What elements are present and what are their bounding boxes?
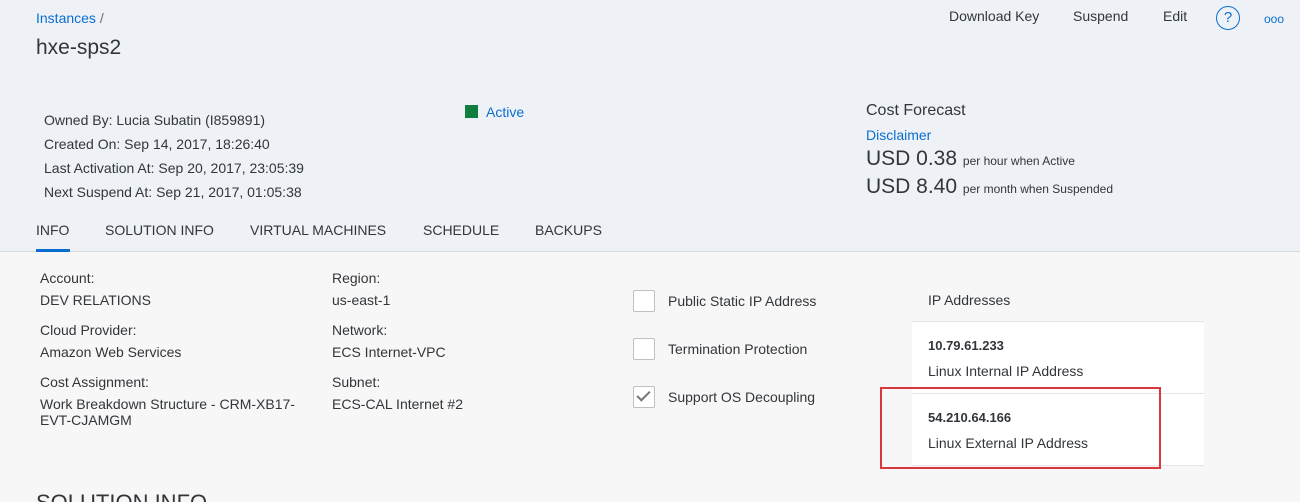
edit-button[interactable]: Edit bbox=[1163, 8, 1187, 24]
cost-forecast: Cost Forecast Disclaimer USD 0.38 per ho… bbox=[866, 102, 1113, 201]
hourly-amount: USD 0.38 bbox=[866, 147, 958, 170]
ip-addresses-title: IP Addresses bbox=[912, 278, 1204, 322]
tab-schedule[interactable]: SCHEDULE bbox=[423, 222, 499, 238]
status-label: Active bbox=[486, 104, 525, 120]
cost-forecast-title: Cost Forecast bbox=[866, 102, 966, 119]
termination-protection-label: Termination Protection bbox=[668, 341, 808, 357]
cloud-provider-field: Cloud Provider: Amazon Web Services bbox=[40, 322, 181, 360]
tab-solution-info[interactable]: SOLUTION INFO bbox=[105, 222, 214, 238]
account-link[interactable]: DEV RELATIONS bbox=[40, 292, 151, 308]
region-field: Region: us-east-1 bbox=[332, 270, 390, 308]
subnet-value: ECS-CAL Internet #2 bbox=[332, 396, 463, 412]
hourly-note: per hour when Active bbox=[962, 154, 1075, 168]
region-label: Region: bbox=[332, 270, 381, 286]
network-value: ECS Internet-VPC bbox=[332, 344, 446, 360]
tab-info[interactable]: INFO bbox=[36, 222, 69, 238]
disclaimer-link[interactable]: Disclaimer bbox=[866, 127, 1113, 143]
hourly-cost: USD 0.38 per hour when Active bbox=[866, 147, 1113, 173]
cost-assignment-field: Cost Assignment: Work Breakdown Structur… bbox=[40, 374, 295, 428]
suspend-button[interactable]: Suspend bbox=[1073, 8, 1128, 24]
termination-protection-checkbox[interactable] bbox=[633, 338, 655, 360]
breadcrumb: Instances / bbox=[36, 10, 104, 26]
subnet-field: Subnet: ECS-CAL Internet #2 bbox=[332, 374, 463, 412]
subnet-label: Subnet: bbox=[332, 374, 381, 390]
solution-info-heading: SOLUTION INFO bbox=[36, 490, 207, 502]
monthly-amount: USD 8.40 bbox=[866, 175, 958, 198]
cost-assignment-value-line2: EVT-CJAMGM bbox=[40, 412, 132, 428]
tab-backups[interactable]: BACKUPS bbox=[535, 222, 602, 238]
breadcrumb-instances-link[interactable]: Instances bbox=[36, 10, 96, 26]
page-title: hxe-sps2 bbox=[36, 36, 122, 59]
instance-meta: Owned By: Lucia Subatin (I859891) Create… bbox=[44, 108, 304, 204]
monthly-note: per month when Suspended bbox=[962, 182, 1113, 196]
cost-assignment-value-line1: Work Breakdown Structure - CRM-XB17- bbox=[40, 396, 295, 412]
next-suspend: Next Suspend At: Sep 21, 2017, 01:05:38 bbox=[44, 184, 302, 200]
support-os-decoupling-checkbox[interactable] bbox=[633, 386, 655, 408]
cloud-provider-value: Amazon Web Services bbox=[40, 344, 182, 360]
support-os-decoupling-label: Support OS Decoupling bbox=[668, 389, 816, 405]
highlight-box bbox=[880, 387, 1161, 469]
internal-ip-value: 10.79.61.233 bbox=[928, 338, 1004, 353]
internal-ip-description: Linux Internal IP Address bbox=[928, 363, 1084, 379]
public-static-ip-checkbox[interactable] bbox=[633, 290, 655, 312]
last-activation: Last Activation At: Sep 20, 2017, 23:05:… bbox=[44, 160, 304, 176]
more-options-icon[interactable]: ooo bbox=[1264, 12, 1284, 26]
help-icon[interactable]: ? bbox=[1216, 6, 1240, 30]
network-field: Network: ECS Internet-VPC bbox=[332, 322, 446, 360]
active-tab-indicator bbox=[36, 249, 70, 252]
region-value: us-east-1 bbox=[332, 292, 391, 308]
network-label: Network: bbox=[332, 322, 388, 338]
account-field: Account: DEV RELATIONS bbox=[40, 270, 151, 308]
monthly-cost: USD 8.40 per month when Suspended bbox=[866, 175, 1113, 201]
download-key-button[interactable]: Download Key bbox=[949, 8, 1039, 24]
status-indicator: Active bbox=[465, 104, 524, 120]
cloud-provider-label: Cloud Provider: bbox=[40, 322, 137, 338]
breadcrumb-separator: / bbox=[99, 10, 104, 26]
checkmark-icon bbox=[636, 387, 651, 402]
ip-row-internal: 10.79.61.233 Linux Internal IP Address bbox=[912, 322, 1204, 394]
status-square-icon bbox=[465, 105, 478, 118]
owned-by: Owned By: Lucia Subatin (I859891) bbox=[44, 112, 266, 128]
created-on: Created On: Sep 14, 2017, 18:26:40 bbox=[44, 136, 270, 152]
account-label: Account: bbox=[40, 270, 95, 286]
tab-virtual-machines[interactable]: VIRTUAL MACHINES bbox=[250, 222, 386, 238]
public-static-ip-label: Public Static IP Address bbox=[668, 293, 817, 309]
cost-assignment-label: Cost Assignment: bbox=[40, 374, 149, 390]
